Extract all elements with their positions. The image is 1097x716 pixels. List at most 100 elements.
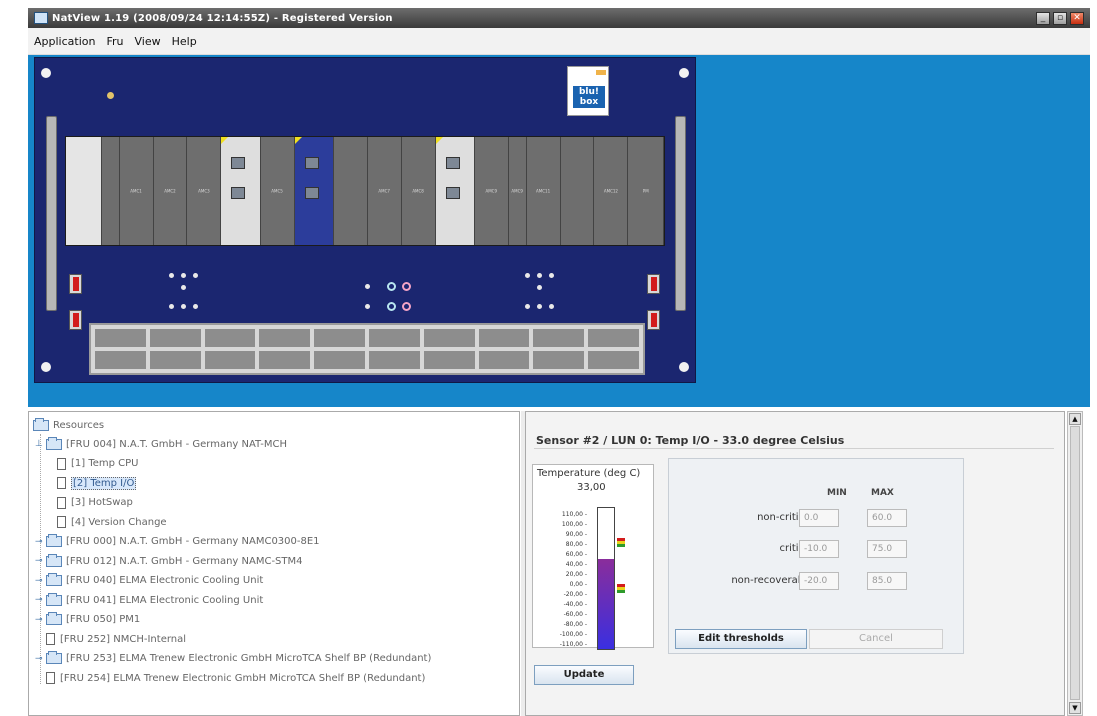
menu-application[interactable]: Application bbox=[34, 35, 95, 48]
scroll-down-icon[interactable]: ▼ bbox=[1069, 702, 1081, 714]
folder-icon bbox=[33, 417, 49, 431]
collapse-icon[interactable]: ⊥ bbox=[35, 439, 44, 449]
power-module-led-icon[interactable] bbox=[69, 274, 82, 294]
threshold-marker-icon bbox=[617, 584, 625, 594]
chassis-slot[interactable] bbox=[221, 137, 261, 245]
non-recoverable-max-field[interactable]: 85.0 bbox=[867, 572, 907, 590]
tree-label: [FRU 050] PM1 bbox=[66, 614, 141, 625]
blubox-logo: blu! box bbox=[567, 66, 609, 116]
expand-icon[interactable]: ⊸ bbox=[35, 615, 44, 625]
menu-bar: Application Fru View Help bbox=[28, 28, 1090, 55]
tree-label: [4] Version Change bbox=[71, 516, 167, 528]
expand-icon[interactable]: ⊸ bbox=[35, 576, 44, 586]
folder-icon bbox=[46, 573, 62, 586]
gauge-tick-label: -80,00 - bbox=[563, 621, 587, 628]
critical-max-field[interactable]: 75.0 bbox=[867, 540, 907, 558]
non-recoverable-min-field[interactable]: -20.0 bbox=[799, 572, 839, 590]
tree-item-fru[interactable]: [FRU 252] NMCH-Internal bbox=[35, 631, 186, 647]
chassis-slot[interactable] bbox=[333, 137, 368, 245]
menu-fru[interactable]: Fru bbox=[106, 35, 123, 48]
power-module-led-icon[interactable] bbox=[647, 310, 660, 330]
folder-icon bbox=[46, 651, 62, 664]
sensor-title: Sensor #2 / LUN 0: Temp I/O - 33.0 degre… bbox=[536, 434, 845, 447]
cancel-button[interactable]: Cancel bbox=[809, 629, 943, 649]
expand-icon[interactable]: ⊸ bbox=[35, 537, 44, 547]
gauge-tick-label: -100,00 - bbox=[559, 631, 587, 638]
tree-item-sensor[interactable]: [1] Temp CPU bbox=[57, 456, 139, 472]
folder-icon bbox=[46, 612, 62, 625]
tree-item-fru[interactable]: ⊸ [FRU 041] ELMA Electronic Cooling Unit bbox=[35, 592, 263, 608]
menu-view[interactable]: View bbox=[135, 35, 161, 48]
chassis-slot[interactable]: AMC1 bbox=[119, 137, 154, 245]
chassis-slot[interactable] bbox=[294, 137, 334, 245]
sensor-panel: Sensor #2 / LUN 0: Temp I/O - 33.0 degre… bbox=[525, 411, 1065, 716]
tree-root[interactable]: Resources bbox=[33, 417, 104, 433]
chassis-slot[interactable]: AMC2 bbox=[153, 137, 188, 245]
rail-right bbox=[675, 116, 686, 311]
app-icon bbox=[34, 12, 48, 24]
slot-label: PM bbox=[642, 188, 649, 194]
slot-bay: AMC1 AMC2 AMC3 AMC5 AMC7 AMC8 AMC9 AMC9 AMC11 AMC… bbox=[65, 136, 665, 246]
expand-icon[interactable]: ⊸ bbox=[35, 595, 44, 605]
row-label-critical: critical bbox=[779, 543, 814, 554]
tree-item-fru[interactable]: ⊸ [FRU 050] PM1 bbox=[35, 612, 140, 628]
chassis-slot[interactable]: AMC8 bbox=[401, 137, 436, 245]
file-icon bbox=[57, 496, 66, 509]
resources-tree: Resources ⊥ [FRU 004] N.A.T. GmbH - German… bbox=[28, 411, 520, 716]
critical-min-field[interactable]: -10.0 bbox=[799, 540, 839, 558]
temperature-gauge: Temperature (deg C) 33,00 110,00 - 100,00… bbox=[532, 464, 654, 650]
slot-label: AMC11 bbox=[536, 188, 551, 194]
chassis-slot[interactable]: AMC5 bbox=[260, 137, 295, 245]
tree-label: [FRU 252] NMCH-Internal bbox=[60, 633, 187, 645]
chassis-slot[interactable]: AMC7 bbox=[367, 137, 402, 245]
tree-item-fru[interactable]: ⊥ [FRU 004] N.A.T. GmbH - Germany NAT-MCH bbox=[35, 436, 287, 452]
chassis-slot[interactable]: AMC12 bbox=[594, 137, 629, 245]
expand-icon[interactable]: ⊸ bbox=[35, 654, 44, 664]
power-module-led-icon[interactable] bbox=[647, 274, 660, 294]
tree-item-fru[interactable]: ⊸ [FRU 012] N.A.T. GmbH - Germany NAMC-ST… bbox=[35, 553, 303, 569]
minimize-icon[interactable]: _ bbox=[1036, 11, 1050, 25]
edit-thresholds-button[interactable]: Edit thresholds bbox=[675, 629, 807, 649]
tree-item-sensor[interactable]: [3] HotSwap bbox=[57, 495, 133, 511]
col-min: MIN bbox=[827, 488, 847, 498]
chassis-slot[interactable]: AMC9 bbox=[474, 137, 509, 245]
chassis-slot[interactable]: AMC9 bbox=[508, 137, 527, 245]
led-icon bbox=[107, 92, 114, 99]
folder-icon bbox=[46, 436, 62, 450]
expand-icon[interactable]: ⊸ bbox=[35, 556, 44, 566]
update-button[interactable]: Update bbox=[534, 665, 634, 685]
window-title: NatView 1.19 (2008/09/24 12:14:55Z) - Re… bbox=[52, 12, 393, 24]
close-icon[interactable]: ✕ bbox=[1070, 11, 1084, 25]
vertical-scrollbar[interactable]: ▲ ▼ bbox=[1067, 411, 1083, 716]
chassis-image[interactable]: blu! box AMC1 AMC2 AMC3 AMC5 AMC7 AMC8 AMC9 AMC9… bbox=[34, 57, 696, 383]
tree-item-fru[interactable]: ⊸ [FRU 000] N.A.T. GmbH - Germany NAMC030… bbox=[35, 534, 320, 550]
tree-item-fru[interactable]: ⊸ [FRU 040] ELMA Electronic Cooling Unit bbox=[35, 573, 263, 589]
file-icon bbox=[57, 477, 66, 489]
scroll-thumb[interactable] bbox=[1070, 426, 1080, 700]
power-module-led-icon[interactable] bbox=[69, 310, 82, 330]
chassis-slot[interactable] bbox=[435, 137, 475, 245]
tree-label: [FRU 004] N.A.T. GmbH - Germany NAT-MCH bbox=[66, 438, 287, 450]
gauge-tick-label: 100,00 - bbox=[561, 521, 587, 528]
chassis-slot[interactable]: AMC3 bbox=[187, 137, 222, 245]
slot-label: AMC2 bbox=[164, 188, 176, 194]
non-critical-min-field[interactable]: 0.0 bbox=[799, 509, 839, 527]
gauge-tick-label: 20,00 - bbox=[565, 571, 587, 578]
menu-help[interactable]: Help bbox=[172, 35, 197, 48]
slot-label: AMC7 bbox=[378, 188, 390, 194]
chassis-slot[interactable]: PM bbox=[628, 137, 665, 245]
maximize-icon[interactable]: ▫ bbox=[1053, 11, 1067, 25]
folder-icon bbox=[46, 592, 62, 606]
tree-label: [1] Temp CPU bbox=[71, 458, 139, 469]
tree-item-sensor[interactable]: [2] Temp I/O bbox=[57, 475, 137, 491]
non-critical-max-field[interactable]: 60.0 bbox=[867, 509, 907, 527]
chassis-slot[interactable] bbox=[560, 137, 595, 245]
tree-item-fru[interactable]: ⊸ [FRU 253] ELMA Trenew Electronic GmbH M… bbox=[35, 651, 431, 667]
tree-item-fru[interactable]: [FRU 254] ELMA Trenew Electronic GmbH Mi… bbox=[35, 670, 425, 686]
chassis-slot[interactable] bbox=[101, 137, 120, 245]
chassis-slot[interactable] bbox=[66, 137, 102, 245]
gauge-tick-label: 40,00 - bbox=[565, 561, 587, 568]
tree-item-sensor[interactable]: [4] Version Change bbox=[57, 514, 167, 530]
chassis-slot[interactable]: AMC11 bbox=[526, 137, 561, 245]
scroll-up-icon[interactable]: ▲ bbox=[1069, 413, 1081, 425]
